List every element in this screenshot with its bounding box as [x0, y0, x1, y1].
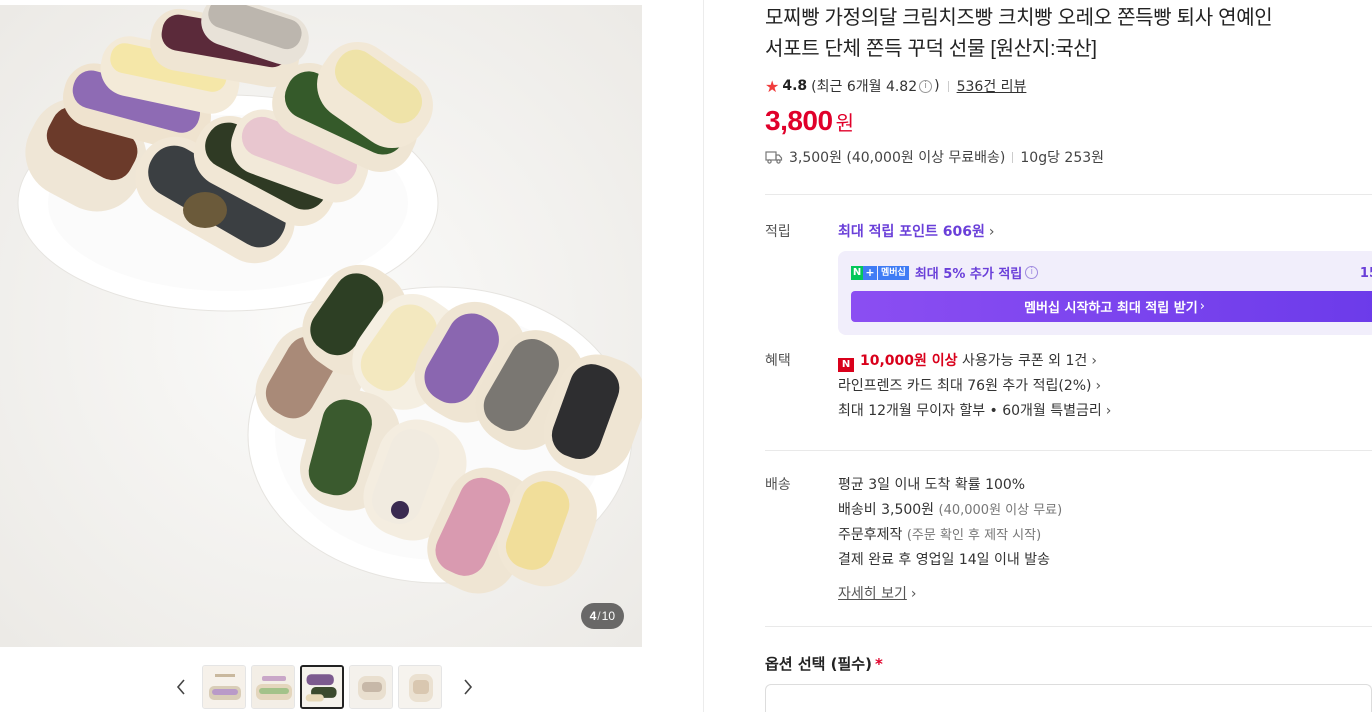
image-counter-current: 4: [589, 609, 597, 623]
dispatch-info: 결제 완료 후 영업일 14일 이내 발송: [838, 552, 1050, 568]
shipping-summary: 3,500원 (40,000원 이상 무료배송) 10g당 253원: [765, 147, 1372, 167]
thumbnail-prev-button[interactable]: [168, 665, 194, 709]
product-title-line2: 서포트 단체 쫀득 꾸덕 선물 [원산지:국산]: [765, 38, 1097, 60]
chevron-right-icon: ›: [988, 224, 995, 240]
rating-score: 4.8: [782, 78, 808, 94]
thumbnail-5[interactable]: [398, 665, 442, 709]
options-title-text: 옵션 선택 (필수): [765, 655, 872, 673]
max-points-amount: 606원: [942, 224, 985, 240]
thumbnail-strip: [168, 664, 481, 710]
chevron-right-icon: ›: [910, 586, 917, 602]
membership-badge-text: 멤버십: [878, 265, 909, 280]
shipping-fee: 3,500원 (40,000원 이상 무료배송): [789, 150, 1006, 166]
membership-points-value: 15: [1359, 266, 1372, 281]
max-points-text: 최대 적립 포인트: [838, 224, 938, 240]
delivery-fee-sub: (40,000원 이상 무료): [938, 503, 1063, 518]
max-points-link[interactable]: 최대 적립 포인트 606원 ›: [838, 221, 1372, 241]
delivery-detail-link-label: 자세히 보기: [838, 586, 907, 602]
options-title: 옵션 선택 (필수) *: [765, 653, 1372, 674]
membership-start-button[interactable]: 멤버십 시작하고 최대 적립 받기 ›: [851, 291, 1372, 322]
image-counter-total: 10: [601, 609, 615, 623]
rating-detail: (최근 6개월 4.82: [811, 79, 918, 95]
rating-row: ★ 4.8 (최근 6개월 4.82 i ) 536건 리뷰: [765, 75, 1372, 97]
delivery-fee-main: 배송비 3,500원: [838, 502, 935, 518]
info-icon[interactable]: i: [1025, 266, 1039, 279]
coupon-amount: 10,000원 이상: [860, 353, 958, 369]
coupon-text: 사용가능 쿠폰 외 1건: [962, 353, 1088, 369]
chevron-right-icon: ›: [1199, 299, 1205, 314]
price-unit: 원: [835, 111, 854, 135]
required-mark: *: [874, 655, 883, 673]
membership-box: N + 멤버십 최대 5% 추가 적립 i 15 멤버십 시작하고 최대 적립 …: [838, 251, 1372, 335]
separator: [1012, 151, 1014, 163]
delivery-section: 배송 평균 3일 이내 도착 확률 100% 배송비 3,500원 (40,00…: [765, 473, 1372, 603]
rating-detail-close: ): [934, 78, 940, 94]
chevron-right-icon: ›: [1105, 403, 1112, 419]
review-count-link[interactable]: 536건 리뷰: [957, 76, 1027, 96]
product-gallery: 4/10: [0, 0, 642, 712]
star-icon: ★: [765, 76, 780, 96]
product-main-image[interactable]: 4/10: [0, 5, 642, 647]
installment-text: 최대 12개월 무이자 할부 • 60개월 특별금리: [838, 403, 1102, 419]
image-counter: 4/10: [580, 603, 624, 629]
unit-price: 10g당 253원: [1020, 150, 1105, 166]
benefits-label: 혜택: [765, 353, 791, 369]
benefits-section: 혜택 N 10,000원 이상 사용가능 쿠폰 외 1건 › 라인프렌즈 카드 최대…: [765, 349, 1372, 424]
coupon-link[interactable]: N 10,000원 이상 사용가능 쿠폰 외 1건 ›: [838, 349, 1372, 374]
naver-n-icon: N: [838, 358, 854, 372]
npay-membership-badge: N + 멤버십: [851, 265, 909, 280]
thumbnail-3[interactable]: [300, 665, 344, 709]
truck-icon: [765, 151, 783, 164]
option-select[interactable]: [765, 684, 1372, 712]
price-amount: 3,800: [765, 105, 833, 136]
naver-n-icon: N: [851, 265, 863, 280]
thumbnail-2[interactable]: [251, 665, 295, 709]
product-title-line1: 모찌빵 가정의달 크림치즈빵 크치빵 오레오 쫀득빵 퇴사 연예인: [765, 7, 1273, 29]
card-benefit-link[interactable]: 라인프렌즈 카드 최대 76원 추가 적립(2%) ›: [838, 374, 1372, 399]
thumbnail-1[interactable]: [202, 665, 246, 709]
installment-link[interactable]: 최대 12개월 무이자 할부 • 60개월 특별금리 ›: [838, 399, 1372, 424]
chevron-right-icon: ›: [1091, 353, 1097, 369]
divider: [765, 194, 1372, 195]
made-to-order-main: 주문후제작: [838, 527, 903, 543]
membership-line: N + 멤버십 최대 5% 추가 적립 i: [851, 263, 1372, 282]
made-to-order: 주문후제작 (주문 확인 후 제작 시작): [838, 523, 1372, 548]
delivery-label: 배송: [765, 477, 791, 493]
membership-start-button-label: 멤버십 시작하고 최대 적립 받기: [1024, 301, 1198, 316]
options-section: 옵션 선택 (필수) *: [765, 653, 1372, 712]
chevron-right-icon: [464, 679, 473, 695]
product-info: 모찌빵 가정의달 크림치즈빵 크치빵 오레오 쫀득빵 퇴사 연예인 서포트 단체…: [765, 0, 1372, 712]
delivery-fee: 배송비 3,500원 (40,000원 이상 무료): [838, 498, 1372, 523]
chevron-right-icon: ›: [1095, 378, 1102, 394]
product-title: 모찌빵 가정의달 크림치즈빵 크치빵 오레오 쫀득빵 퇴사 연예인 서포트 단체…: [765, 3, 1372, 65]
delivery-arrival-rate: 평균 3일 이내 도착 확률 100%: [838, 477, 1026, 493]
product-photo: [0, 5, 642, 647]
delivery-detail-link[interactable]: 자세히 보기 ›: [838, 583, 1372, 603]
chevron-left-icon: [176, 679, 185, 695]
thumbnail-4[interactable]: [349, 665, 393, 709]
divider: [765, 626, 1372, 627]
column-divider: [703, 0, 704, 712]
made-to-order-sub: (주문 확인 후 제작 시작): [906, 528, 1042, 543]
price: 3,800 원: [765, 105, 1372, 137]
separator: [947, 80, 949, 92]
plus-icon: +: [863, 265, 877, 280]
membership-extra-points: 최대 5% 추가 적립: [914, 267, 1023, 282]
points-label: 적립: [765, 224, 791, 240]
card-benefit-text: 라인프렌즈 카드 최대 76원 추가 적립(2%): [838, 378, 1092, 394]
info-icon[interactable]: i: [919, 79, 933, 93]
points-section: 적립 최대 적립 포인트 606원 › N + 멤버십 최대 5% 추가 적립 i…: [765, 221, 1372, 335]
thumbnail-next-button[interactable]: [455, 665, 481, 709]
divider: [765, 450, 1372, 451]
